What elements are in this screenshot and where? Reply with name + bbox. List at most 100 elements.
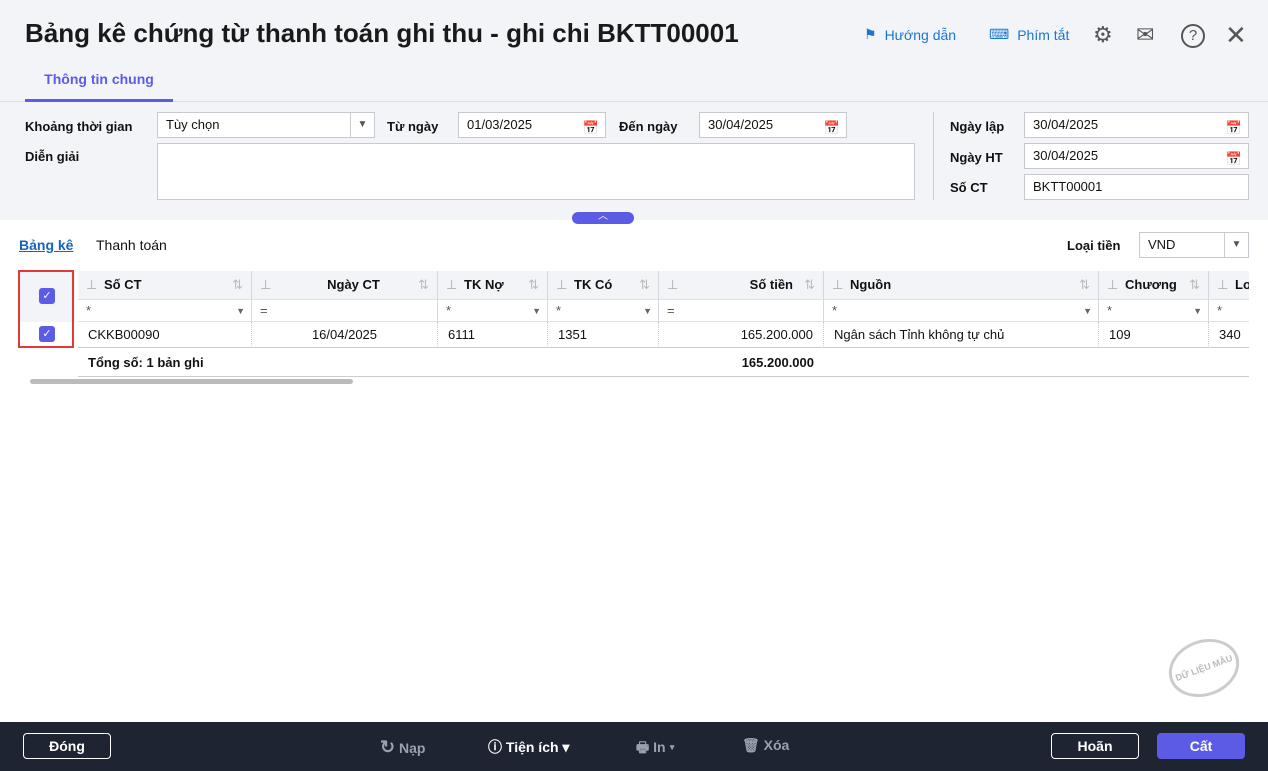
header bbox=[0, 0, 1268, 102]
cell-text: * bbox=[1107, 303, 1113, 318]
keyboard-icon: ⌨ bbox=[989, 26, 1010, 42]
page-title: Bảng kê chứng từ thanh toán ghi thu - gh… bbox=[25, 18, 739, 48]
post-date-input[interactable]: 30/04/2025 📅 bbox=[1024, 143, 1249, 169]
shortcut-button[interactable]: ⌨ Phím tắt bbox=[989, 26, 1069, 43]
chevron-down-icon: ▼ bbox=[1083, 306, 1092, 316]
chevron-down-icon: ▼ bbox=[643, 306, 652, 316]
horizontal-scrollbar[interactable] bbox=[30, 379, 353, 384]
cell-text: = bbox=[667, 303, 675, 318]
calendar-icon[interactable]: 📅 bbox=[583, 116, 599, 140]
pin-icon: ⊥ bbox=[86, 277, 98, 292]
sort-icon: ⇅ bbox=[528, 277, 539, 292]
cell-text: * bbox=[86, 303, 92, 318]
printer-icon: 🖶 bbox=[636, 739, 650, 755]
divider bbox=[933, 112, 934, 200]
to-date-input[interactable]: 30/04/2025 📅 bbox=[699, 112, 847, 138]
chevron-down-icon: ▼ bbox=[1224, 233, 1248, 257]
from-date-input[interactable]: 01/03/2025 📅 bbox=[458, 112, 606, 138]
doc-no-input[interactable]: BKTT00001 bbox=[1024, 174, 1249, 200]
table-cell: 340 bbox=[1209, 322, 1249, 348]
to-date-value: 30/04/2025 bbox=[708, 117, 774, 132]
sort-icon: ⇅ bbox=[804, 277, 815, 292]
utilities-button[interactable]: ⓘ Tiện ích ▾ bbox=[488, 737, 569, 757]
created-date-input[interactable]: 30/04/2025 📅 bbox=[1024, 112, 1249, 138]
calendar-icon[interactable]: 📅 bbox=[1226, 147, 1242, 171]
calendar-icon[interactable]: 📅 bbox=[1226, 116, 1242, 140]
reload-button[interactable]: ↻ Nạp bbox=[380, 737, 425, 758]
cell-text: * bbox=[446, 303, 452, 318]
total-count: Tổng số: 1 bản ghi bbox=[88, 355, 204, 370]
chevron-down-icon: ▼ bbox=[532, 306, 541, 316]
description-label: Diễn giải bbox=[25, 149, 80, 164]
column-header[interactable]: ⊥ Lo bbox=[1209, 271, 1249, 299]
tab-payment[interactable]: Thanh toán bbox=[96, 237, 167, 253]
sort-icon: ⇅ bbox=[418, 277, 429, 292]
tab-general-info[interactable]: Thông tin chung bbox=[25, 62, 173, 102]
created-date-value: 30/04/2025 bbox=[1033, 117, 1099, 132]
info-icon: ⓘ bbox=[488, 739, 502, 755]
pin-icon: ⊥ bbox=[260, 277, 272, 292]
post-date-value: 30/04/2025 bbox=[1033, 148, 1099, 163]
delete-button[interactable]: 🗑 Xóa bbox=[742, 737, 789, 754]
column-filter[interactable]: * ▼ bbox=[438, 299, 548, 322]
sort-icon: ⇅ bbox=[1189, 277, 1200, 292]
created-date-label: Ngày lập bbox=[950, 119, 1005, 134]
help-icon[interactable]: ? bbox=[1181, 24, 1205, 48]
cell-text: * bbox=[556, 303, 562, 318]
column-filter[interactable]: * ▼ bbox=[824, 299, 1099, 322]
currency-label: Loại tiền bbox=[1067, 238, 1121, 253]
close-icon[interactable]: ✕ bbox=[1225, 20, 1247, 51]
column-filter[interactable]: = bbox=[659, 299, 824, 322]
pin-icon: ⊥ bbox=[667, 277, 679, 292]
column-header[interactable]: ⊥ Chương ⇅ bbox=[1099, 271, 1209, 299]
column-header[interactable]: ⊥ Số CT ⇅ bbox=[78, 271, 252, 299]
currency-value: VND bbox=[1148, 237, 1176, 252]
column-header[interactable]: ⊥ Số tiền ⇅ bbox=[659, 271, 824, 299]
column-filter[interactable]: * ▼ bbox=[1099, 299, 1209, 322]
table-cell: 6111 bbox=[438, 322, 548, 348]
from-date-value: 01/03/2025 bbox=[467, 117, 533, 132]
table-cell: Ngân sách Tỉnh không tự chủ bbox=[824, 322, 1099, 348]
column-header[interactable]: ⊥ TK Nợ ⇅ bbox=[438, 271, 548, 299]
column-header[interactable]: ⊥ Ngày CT ⇅ bbox=[252, 271, 438, 299]
table-cell: 109 bbox=[1099, 322, 1209, 348]
pin-icon: ⊥ bbox=[1217, 277, 1229, 292]
column-filter[interactable]: * ▼ bbox=[548, 299, 659, 322]
total-amount: 165.200.000 bbox=[741, 355, 814, 370]
table-cell: 1351 bbox=[548, 322, 659, 348]
cancel-button[interactable]: Hoãn bbox=[1051, 733, 1139, 759]
column-filter[interactable]: * bbox=[1209, 299, 1249, 322]
chevron-down-icon: ▼ bbox=[1193, 306, 1202, 316]
table-cell: 165.200.000 bbox=[659, 322, 824, 348]
gear-icon[interactable]: ⚙ bbox=[1093, 22, 1113, 48]
column-header[interactable]: ⊥ TK Có ⇅ bbox=[548, 271, 659, 299]
currency-select[interactable]: VND ▼ bbox=[1139, 232, 1249, 258]
column-filter[interactable]: = bbox=[252, 299, 438, 322]
guide-button[interactable]: ⚑ Hướng dẫn bbox=[864, 26, 956, 43]
chevron-down-icon: ▼ bbox=[236, 306, 245, 316]
calendar-icon[interactable]: 📅 bbox=[824, 116, 840, 140]
post-date-label: Ngày HT bbox=[950, 150, 1003, 165]
pin-icon: ⊥ bbox=[1107, 277, 1119, 292]
signpost-icon: ⚑ bbox=[864, 26, 877, 42]
cell-text: Ngày CT bbox=[327, 277, 380, 292]
sample-data-watermark: DỮ LIỆU MẪU bbox=[1160, 629, 1248, 707]
pin-icon: ⊥ bbox=[832, 277, 844, 292]
tab-list[interactable]: Bảng kê bbox=[19, 237, 73, 253]
pin-icon: ⊥ bbox=[446, 277, 458, 292]
period-select[interactable]: Tùy chọn ▼ bbox=[157, 112, 375, 138]
cell-text: Số tiền bbox=[749, 277, 793, 292]
period-label: Khoảng thời gian bbox=[25, 119, 133, 134]
table-cell: CKKB00090 bbox=[78, 322, 252, 348]
column-header[interactable]: ⊥ Nguồn ⇅ bbox=[824, 271, 1099, 299]
trash-icon: 🗑 bbox=[742, 737, 760, 753]
close-button[interactable]: Đóng bbox=[23, 733, 111, 759]
collapse-button[interactable]: ︿ bbox=[572, 212, 634, 224]
period-value: Tùy chọn bbox=[166, 117, 220, 132]
column-filter[interactable]: * ▼ bbox=[78, 299, 252, 322]
description-input[interactable] bbox=[157, 143, 915, 200]
sort-icon: ⇅ bbox=[232, 277, 243, 292]
print-button[interactable]: 🖶 In ▾ bbox=[636, 737, 675, 761]
save-button[interactable]: Cất bbox=[1157, 733, 1245, 759]
mail-send-icon[interactable]: ✉ bbox=[1136, 22, 1154, 48]
